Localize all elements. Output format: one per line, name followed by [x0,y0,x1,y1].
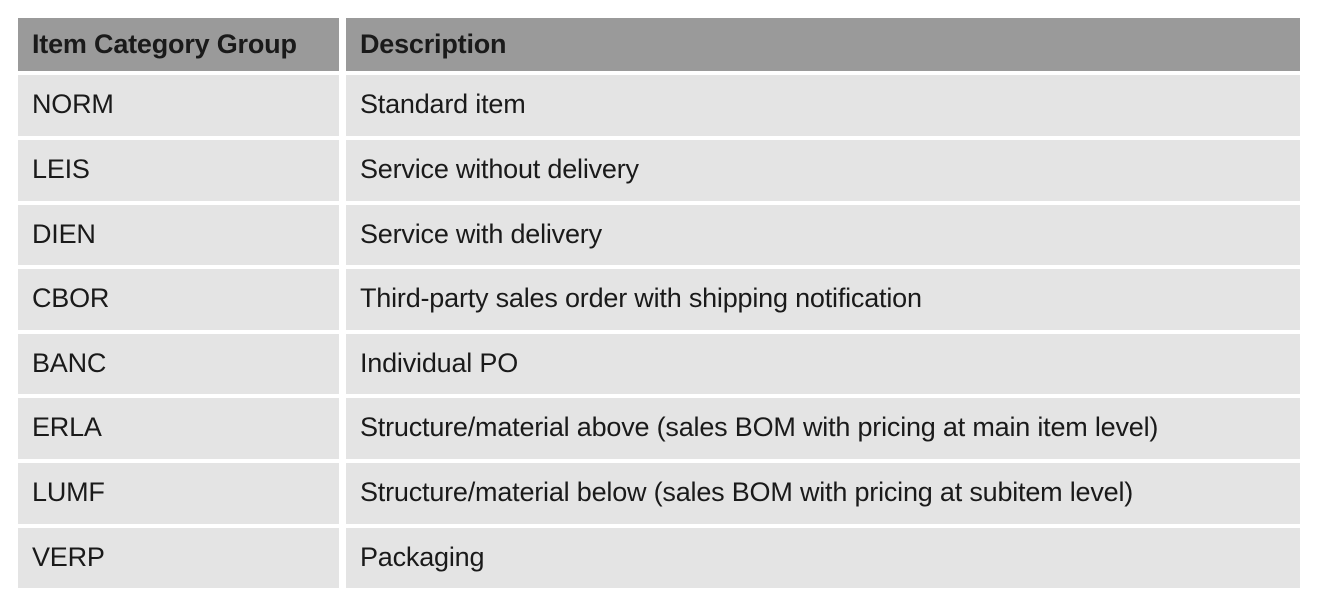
cell-description: Packaging [346,527,1300,589]
cell-description: Service with delivery [346,204,1300,266]
table-row: BANC Individual PO [18,333,1300,395]
table-row: LEIS Service without delivery [18,139,1300,201]
table-row: VERP Packaging [18,527,1300,589]
table-row: CBOR Third-party sales order with shippi… [18,269,1300,330]
table-row: LUMF Structure/material below (sales BOM… [18,463,1300,524]
table-row: ERLA Structure/material above (sales BOM… [18,398,1300,460]
cell-description: Third-party sales order with shipping no… [346,269,1300,330]
cell-item-category-group: LEIS [18,139,339,201]
cell-item-category-group: LUMF [18,463,339,524]
item-category-group-table: Item Category Group Description NORM Sta… [11,14,1307,592]
table-body: NORM Standard item LEIS Service without … [18,75,1300,589]
column-header-description: Description [346,18,1300,72]
cell-description: Service without delivery [346,139,1300,201]
item-category-group-table-container: Item Category Group Description NORM Sta… [18,18,1307,589]
cell-description: Structure/material below (sales BOM with… [346,463,1300,524]
table-header: Item Category Group Description [18,18,1300,72]
cell-item-category-group: VERP [18,527,339,589]
table-row: NORM Standard item [18,75,1300,136]
cell-item-category-group: ERLA [18,398,339,460]
column-header-item-category-group: Item Category Group [18,18,339,72]
cell-item-category-group: DIEN [18,204,339,266]
cell-item-category-group: BANC [18,333,339,395]
cell-item-category-group: NORM [18,75,339,136]
cell-description: Standard item [346,75,1300,136]
cell-description: Individual PO [346,333,1300,395]
cell-item-category-group: CBOR [18,269,339,330]
cell-description: Structure/material above (sales BOM with… [346,398,1300,460]
table-row: DIEN Service with delivery [18,204,1300,266]
table-header-row: Item Category Group Description [18,18,1300,72]
